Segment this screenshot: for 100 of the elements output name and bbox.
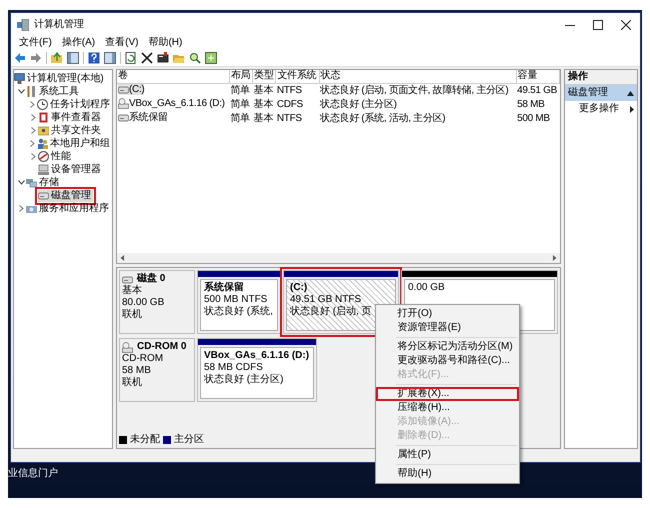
actions-section-header[interactable]: 磁盘管理 <box>565 85 637 101</box>
expand-chevron-icon[interactable] <box>18 205 24 212</box>
disk-name: CD-ROM 0 <box>137 341 186 353</box>
menu-item[interactable]: 压缩卷(H)... <box>376 401 519 415</box>
partition-info: 58 MB CDFS <box>204 362 264 374</box>
partition-info: 49.51 GB NTFS <box>290 294 362 306</box>
tree-item[interactable]: 共享文件夹 <box>38 124 103 136</box>
column-header[interactable]: 类型 <box>252 70 276 83</box>
menu-bar-item[interactable]: 操作(A) <box>62 37 96 50</box>
tree-item[interactable]: 系统工具 <box>26 86 81 98</box>
menu-bar-item[interactable]: 文件(F) <box>19 37 52 50</box>
table-cell-text: 状态良好 (系统, 活动, 主分区) <box>319 112 446 126</box>
actions-header: 操作 <box>565 70 637 85</box>
refresh-icon[interactable] <box>125 52 137 64</box>
partition-name: VBox_GAs_6.1.16 (D:) <box>204 350 310 362</box>
disk-info: 联机 <box>122 377 143 389</box>
desktop-icon-label[interactable]: 业信息门户 <box>8 468 58 480</box>
column-header[interactable]: 布局 <box>230 70 253 83</box>
tree-item[interactable]: 计算机管理(本地) <box>14 72 106 84</box>
table-cell: NTFS <box>276 83 320 98</box>
forward-arrow-icon[interactable] <box>30 52 42 64</box>
menu-bar-item[interactable]: 查看(V) <box>105 37 138 50</box>
table-cell: 基本 <box>252 83 276 98</box>
table-cell-text: 500 MB <box>516 112 551 126</box>
volume-name[interactable]: 系统保留 <box>118 112 168 122</box>
cd-drive-icon <box>122 342 133 352</box>
app-icon <box>17 19 29 31</box>
storage-icon <box>26 177 37 188</box>
table-cell: 简单 <box>230 83 253 98</box>
tree-item[interactable]: 任务计划程序 <box>37 98 112 110</box>
partition[interactable]: VBox_GAs_6.1.16 (D:) 58 MB CDFS 状态良好 (主分区) <box>197 338 317 402</box>
partition-name: (C:) <box>290 282 308 294</box>
expand-chevron-icon[interactable] <box>30 140 35 147</box>
tree-item[interactable]: 事件查看器 <box>38 112 103 124</box>
collapse-chevron-icon[interactable] <box>18 89 24 94</box>
collapse-triangle-icon <box>627 90 634 96</box>
partition-name: 系统保留 <box>204 282 245 294</box>
window-title: 计算机管理 <box>34 19 84 31</box>
menu-bar-item[interactable]: 帮助(H) <box>148 37 182 50</box>
partition-info: 500 MB NTFS <box>204 294 268 306</box>
disk-info: 联机 <box>122 309 143 321</box>
volume-name[interactable]: (C:) <box>118 84 144 94</box>
partition-info: 0.00 GB <box>408 282 446 294</box>
services-icon <box>26 203 37 214</box>
legend-label: 主分区 <box>174 434 204 446</box>
partition[interactable]: (C:) 49.51 GB NTFS 状态良好 (启动, 页 <box>283 270 399 334</box>
table-cell-text: 简单 <box>230 112 251 126</box>
search-icon[interactable] <box>189 52 201 64</box>
expand-chevron-icon[interactable] <box>30 114 36 121</box>
table-cell-text: 58 MB <box>516 98 546 112</box>
table-cell-text: 简单 <box>230 98 251 112</box>
folder-up-icon[interactable] <box>51 52 63 64</box>
device-icon <box>38 164 49 175</box>
partition[interactable]: 系统保留 500 MB NTFS 状态良好 (系统, <box>197 270 281 334</box>
disk-name: 磁盘 0 <box>137 273 166 284</box>
action-link[interactable]: 更多操作 <box>579 103 619 115</box>
clock-icon <box>37 99 48 110</box>
expand-chevron-icon[interactable] <box>30 101 35 108</box>
cd-drive-icon <box>118 98 129 108</box>
back-arrow-icon[interactable] <box>14 52 26 64</box>
gauge-icon <box>38 151 49 162</box>
legend-label: 未分配 <box>130 434 160 446</box>
close-button[interactable] <box>621 20 631 30</box>
disk-info: 基本 <box>122 285 143 297</box>
delete-icon[interactable] <box>141 52 153 64</box>
users-icon <box>37 138 48 149</box>
column-header[interactable]: 卷 <box>117 70 230 83</box>
submenu-arrow-icon <box>630 106 634 112</box>
expand-chevron-icon[interactable] <box>30 127 36 134</box>
collapse-chevron-icon[interactable] <box>18 180 24 185</box>
menu-item[interactable]: 帮助(H) <box>376 467 519 481</box>
properties-icon[interactable] <box>157 52 169 64</box>
disk-info: CD-ROM <box>122 353 164 365</box>
column-header[interactable]: 容量 <box>516 70 560 83</box>
table-cell-text: CDFS <box>276 98 304 112</box>
tree-pane-icon[interactable] <box>67 52 79 64</box>
tree-item[interactable]: 性能 <box>38 150 73 162</box>
tree-item[interactable]: 磁盘管理 <box>38 190 93 202</box>
disk-info: 80.00 GB <box>122 297 166 308</box>
column-header[interactable]: 文件系统 <box>276 70 320 83</box>
table-cell-text: 基本 <box>252 98 274 112</box>
tree-item[interactable]: 设备管理器 <box>38 164 103 176</box>
menu-item[interactable]: 更改驱动器号和路径(C)... <box>376 354 519 368</box>
tree-item[interactable]: 存储 <box>26 176 61 188</box>
table-cell-text: 状态良好 (主分区) <box>319 98 398 112</box>
menu-item[interactable]: 属性(P) <box>376 448 519 462</box>
maximize-button[interactable] <box>593 20 603 30</box>
tree-item[interactable]: 服务和应用程序 <box>26 202 111 214</box>
tools-icon <box>26 86 37 97</box>
tree-item[interactable]: 本地用户和组 <box>37 138 112 150</box>
table-cell-text: 基本 <box>252 112 274 126</box>
computer-icon <box>14 73 25 84</box>
partition-info: 状态良好 (启动, 页 <box>290 306 373 318</box>
help-icon[interactable] <box>88 52 100 64</box>
action-pane-icon[interactable] <box>104 52 116 64</box>
column-header[interactable]: 状态 <box>319 70 516 83</box>
menu-item[interactable]: 将分区标记为活动分区(M) <box>376 340 519 354</box>
volume-name[interactable]: VBox_GAs_6.1.16 (D:) <box>118 98 225 108</box>
expand-chevron-icon[interactable] <box>30 153 36 160</box>
horizontal-scrollbar[interactable] <box>117 253 560 263</box>
